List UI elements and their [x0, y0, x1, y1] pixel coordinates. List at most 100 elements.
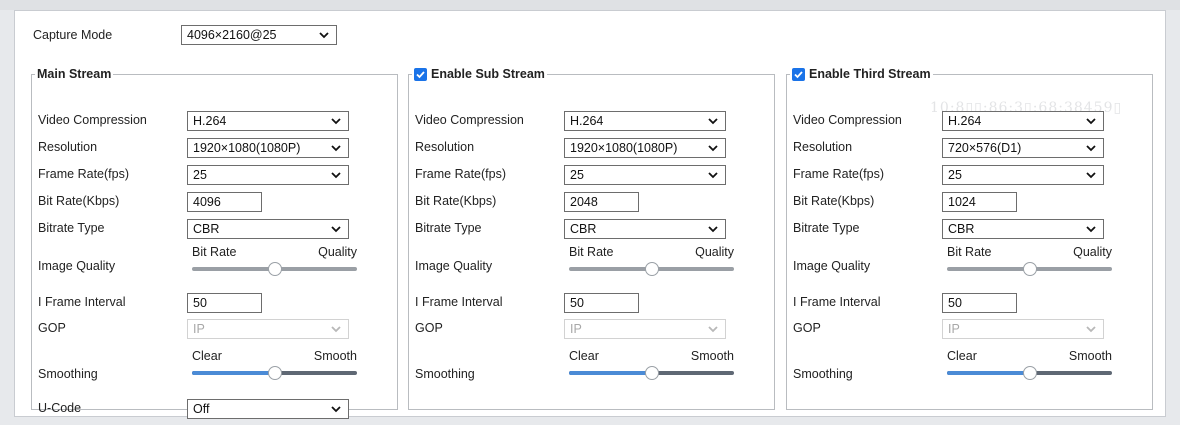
- bitrate-type-select-value: CBR: [570, 222, 597, 236]
- image-quality-slider-thumb[interactable]: [267, 262, 282, 276]
- video-compression-select[interactable]: H.264: [187, 111, 349, 131]
- bitrate-label: Bit Rate(Kbps): [38, 194, 120, 208]
- stream-title[interactable]: Enable Third Stream: [790, 67, 933, 81]
- smoothing-slider-thumb[interactable]: [1022, 366, 1037, 380]
- enable-stream-checkbox[interactable]: [792, 67, 805, 81]
- image-quality-slider: Bit Rate Quality: [947, 245, 1112, 276]
- i-frame-interval-input[interactable]: 50: [187, 293, 262, 313]
- smoothing-label: Smoothing: [793, 367, 853, 381]
- chevron-down-icon: [1086, 326, 1096, 333]
- smoothing-slider-track[interactable]: [569, 366, 734, 380]
- third-stream-group: Enable Third Stream Video Compression H.26…: [786, 67, 1153, 410]
- gop-label: GOP: [415, 321, 443, 335]
- smoothing-slider-track[interactable]: [947, 366, 1112, 380]
- chevron-down-icon: [331, 118, 341, 125]
- image-quality-slider-track[interactable]: [569, 262, 734, 276]
- frame-rate-select[interactable]: 25: [942, 165, 1104, 185]
- resolution-label: Resolution: [415, 140, 475, 154]
- image-quality-slider-track[interactable]: [947, 262, 1112, 276]
- image-quality-slider-track[interactable]: [192, 262, 357, 276]
- gop-select: IP: [187, 319, 349, 339]
- framerate-label: Frame Rate(fps): [415, 167, 506, 181]
- compression-label: Video Compression: [793, 113, 902, 127]
- resolution-label: Resolution: [793, 140, 853, 154]
- chevron-down-icon: [708, 326, 718, 333]
- video-compression-select[interactable]: H.264: [564, 111, 726, 131]
- stream-title-text: Main Stream: [37, 67, 112, 81]
- chevron-down-icon: [708, 172, 718, 179]
- image-quality-label: Image Quality: [793, 259, 871, 273]
- framerate-label: Frame Rate(fps): [793, 167, 884, 181]
- smoothing-slider-labels: Clear Smooth: [192, 349, 357, 363]
- chevron-down-icon: [331, 226, 341, 233]
- smoothing-slider-right-label: Smooth: [1068, 349, 1112, 363]
- smoothing-label: Smoothing: [38, 367, 98, 381]
- iframe-label: I Frame Interval: [38, 295, 126, 309]
- bitrate-type-select[interactable]: CBR: [564, 219, 726, 239]
- ucode-label: U-Code: [38, 401, 82, 415]
- bitrate-type-select[interactable]: CBR: [942, 219, 1104, 239]
- frame-rate-select-value: 25: [193, 168, 207, 182]
- u-code-select[interactable]: Off: [187, 399, 349, 419]
- image-quality-slider-thumb[interactable]: [644, 262, 659, 276]
- video-compression-select[interactable]: H.264: [942, 111, 1104, 131]
- bit-rate-input[interactable]: 4096: [187, 192, 262, 212]
- image-quality-slider: Bit Rate Quality: [192, 245, 357, 276]
- smoothing-slider: Clear Smooth: [947, 349, 1112, 380]
- bit-rate-input[interactable]: 2048: [564, 192, 639, 212]
- smoothing-slider-labels: Clear Smooth: [947, 349, 1112, 363]
- image-quality-slider-labels: Bit Rate Quality: [192, 245, 357, 259]
- bit-rate-input[interactable]: 1024: [942, 192, 1017, 212]
- check-icon: [416, 70, 425, 78]
- framerate-label: Frame Rate(fps): [38, 167, 129, 181]
- capture-mode-label: Capture Mode: [33, 28, 113, 42]
- bitrate-type-select-value: CBR: [193, 222, 220, 236]
- chevron-down-icon: [708, 226, 718, 233]
- frame-rate-select[interactable]: 25: [187, 165, 349, 185]
- smoothing-slider: Clear Smooth: [569, 349, 734, 380]
- image-quality-slider-left-label: Bit Rate: [947, 245, 992, 259]
- enable-stream-checkbox[interactable]: [414, 67, 427, 81]
- image-quality-label: Image Quality: [415, 259, 493, 273]
- check-icon: [794, 70, 803, 78]
- smoothing-slider-left-label: Clear: [192, 349, 222, 363]
- resolution-select[interactable]: 1920×1080(1080P): [564, 138, 726, 158]
- gop-label: GOP: [793, 321, 821, 335]
- smoothing-slider-right-label: Smooth: [690, 349, 734, 363]
- compression-label: Video Compression: [415, 113, 524, 127]
- capture-mode-select[interactable]: 4096×2160@25: [181, 25, 337, 45]
- video-settings-panel: Capture Mode 4096×2160@25 10:8▯▯:86:3▯:6…: [14, 10, 1166, 419]
- image-quality-slider-labels: Bit Rate Quality: [947, 245, 1112, 259]
- chevron-down-icon: [1086, 172, 1096, 179]
- stream-title[interactable]: Enable Sub Stream: [412, 67, 547, 81]
- gop-select-value: IP: [570, 322, 582, 336]
- bitrate-type-label: Bitrate Type: [793, 221, 860, 235]
- chevron-down-icon: [1086, 226, 1096, 233]
- smoothing-slider-right-label: Smooth: [313, 349, 357, 363]
- image-quality-slider-thumb[interactable]: [1022, 262, 1037, 276]
- image-quality-slider-right-label: Quality: [1073, 245, 1112, 259]
- capture-mode-row: Capture Mode 4096×2160@25: [33, 25, 337, 45]
- i-frame-interval-input[interactable]: 50: [564, 293, 639, 313]
- smoothing-slider-thumb[interactable]: [267, 366, 282, 380]
- bitrate-label: Bit Rate(Kbps): [793, 194, 875, 208]
- resolution-select[interactable]: 720×576(D1): [942, 138, 1104, 158]
- resolution-select[interactable]: 1920×1080(1080P): [187, 138, 349, 158]
- smoothing-slider-thumb[interactable]: [644, 366, 659, 380]
- video-compression-select-value: H.264: [193, 114, 227, 128]
- frame-rate-select-value: 25: [570, 168, 584, 182]
- chevron-down-icon: [331, 172, 341, 179]
- bitrate-type-select[interactable]: CBR: [187, 219, 349, 239]
- smoothing-slider-left-label: Clear: [569, 349, 599, 363]
- frame-rate-select[interactable]: 25: [564, 165, 726, 185]
- i-frame-interval-input[interactable]: 50: [942, 293, 1017, 313]
- gop-select-value: IP: [948, 322, 960, 336]
- frame-rate-select-value: 25: [948, 168, 962, 182]
- gop-label: GOP: [38, 321, 66, 335]
- u-code-select-value: Off: [193, 402, 210, 416]
- smoothing-slider-track[interactable]: [192, 366, 357, 380]
- smoothing-slider-fill: [569, 371, 652, 375]
- bitrate-label: Bit Rate(Kbps): [415, 194, 497, 208]
- iframe-label: I Frame Interval: [793, 295, 881, 309]
- image-quality-label: Image Quality: [38, 259, 116, 273]
